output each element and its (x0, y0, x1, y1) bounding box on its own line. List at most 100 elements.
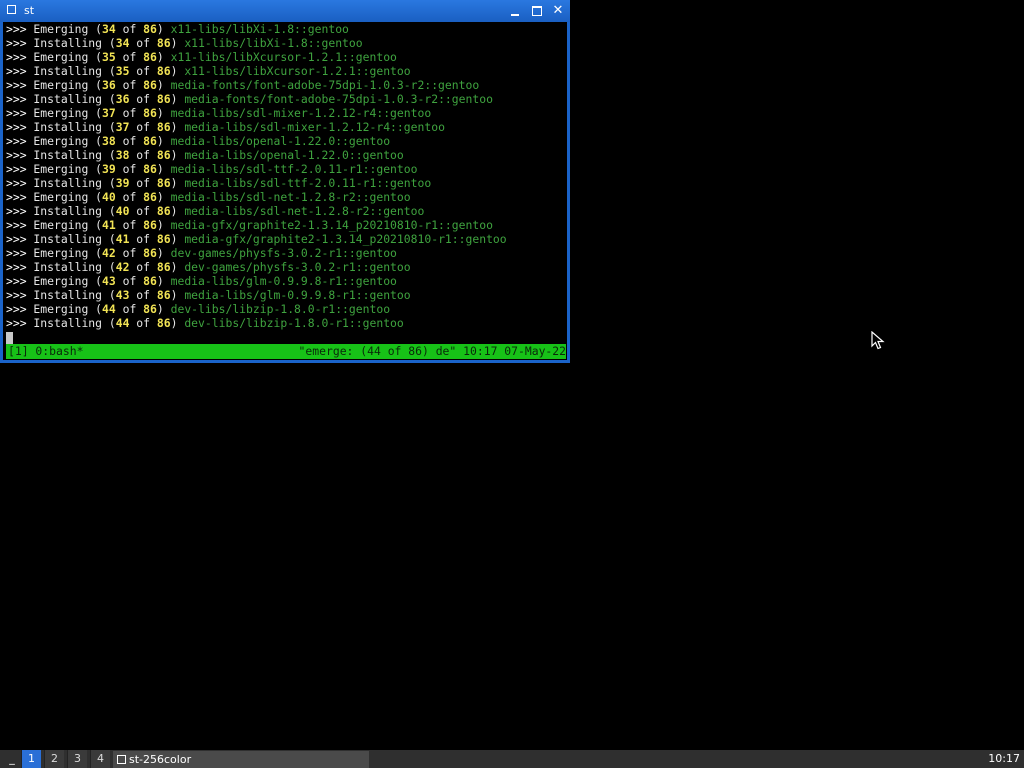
terminal-line: >>> Emerging (38 of 86) media-libs/opena… (6, 134, 507, 148)
paren-close: ) (156, 78, 171, 92)
progress-total: 86 (143, 302, 157, 316)
prompt-arrow: >>> (6, 190, 27, 204)
package-name: dev-games/physfs-3.0.2-r1::gentoo (184, 260, 411, 274)
prompt-arrow: >>> (6, 176, 27, 190)
package-name: media-fonts/font-adobe-75dpi-1.0.3-r2::g… (184, 92, 493, 106)
prompt-arrow: >>> (6, 92, 27, 106)
prompt-arrow: >>> (6, 148, 27, 162)
package-name: media-libs/glm-0.9.9.8-r1::gentoo (184, 288, 411, 302)
clock: 10:17 (988, 752, 1020, 765)
package-name: media-libs/sdl-ttf-2.0.11-r1::gentoo (184, 176, 432, 190)
taskbar: _ 1 2 3 4 st-256color 10:17 (0, 750, 1024, 768)
workspace-2-button[interactable]: 2 (44, 750, 64, 768)
progress-current: 35 (102, 50, 116, 64)
prompt-arrow: >>> (6, 78, 27, 92)
progress-of: of (115, 162, 144, 176)
paren-open: ( (108, 260, 116, 274)
progress-of: of (115, 190, 144, 204)
workspace-1-button[interactable]: 1 (21, 750, 41, 768)
progress-current: 41 (115, 232, 130, 246)
paren-open: ( (108, 36, 116, 50)
prompt-arrow: >>> (6, 162, 27, 176)
line-verb: Installing (26, 260, 109, 274)
text-cursor (6, 332, 13, 344)
package-name: media-fonts/font-adobe-75dpi-1.0.3-r2::g… (170, 78, 480, 92)
line-verb: Emerging (26, 106, 96, 120)
line-verb: Emerging (26, 78, 96, 92)
progress-current: 43 (102, 274, 116, 288)
progress-of: of (129, 36, 157, 50)
package-name: dev-libs/libzip-1.8.0-r1::gentoo (184, 316, 404, 330)
paren-open: ( (108, 288, 116, 302)
terminal-window[interactable]: st ✕ >>> Emerging (34 of 86) x11-libs/li… (0, 0, 570, 363)
progress-current: 35 (115, 64, 130, 78)
paren-open: ( (95, 78, 103, 92)
window-title: st (24, 4, 35, 17)
terminal-line: >>> Installing (35 of 86) x11-libs/libXc… (6, 64, 507, 78)
progress-of: of (129, 64, 157, 78)
maximize-button[interactable] (529, 3, 545, 19)
line-verb: Emerging (26, 190, 96, 204)
terminal-line: >>> Emerging (37 of 86) media-libs/sdl-m… (6, 106, 507, 120)
workspace-3-button[interactable]: 3 (67, 750, 87, 768)
paren-open: ( (108, 204, 116, 218)
progress-total: 86 (156, 64, 171, 78)
line-verb: Installing (26, 288, 109, 302)
paren-close: ) (170, 232, 185, 246)
paren-close: ) (170, 288, 185, 302)
terminal-output: >>> Emerging (34 of 86) x11-libs/libXi-1… (6, 22, 507, 330)
package-name: media-gfx/graphite2-1.3.14_p20210810-r1:… (184, 232, 507, 246)
paren-close: ) (156, 22, 171, 36)
progress-of: of (115, 78, 144, 92)
terminal-line: >>> Installing (36 of 86) media-fonts/fo… (6, 92, 507, 106)
progress-current: 37 (115, 120, 130, 134)
prompt-arrow: >>> (6, 316, 27, 330)
line-verb: Emerging (26, 50, 96, 64)
paren-close: ) (170, 36, 185, 50)
menu-button[interactable]: _ (6, 750, 18, 768)
progress-total: 86 (156, 176, 171, 190)
minimize-button[interactable] (507, 3, 523, 19)
close-button[interactable]: ✕ (550, 3, 566, 19)
progress-total: 86 (143, 190, 157, 204)
paren-close: ) (170, 204, 185, 218)
package-name: media-libs/sdl-mixer-1.2.12-r4::gentoo (184, 120, 445, 134)
line-verb: Installing (26, 204, 109, 218)
progress-current: 42 (102, 246, 116, 260)
progress-current: 44 (115, 316, 130, 330)
package-name: x11-libs/libXi-1.8::gentoo (184, 36, 363, 50)
progress-total: 86 (156, 120, 171, 134)
terminal-line: >>> Emerging (39 of 86) media-libs/sdl-t… (6, 162, 507, 176)
progress-total: 86 (143, 22, 157, 36)
workspace-4-button[interactable]: 4 (90, 750, 110, 768)
progress-of: of (129, 232, 157, 246)
paren-close: ) (156, 274, 171, 288)
terminal-line: >>> Installing (39 of 86) media-libs/sdl… (6, 176, 507, 190)
prompt-arrow: >>> (6, 302, 27, 316)
window-icon[interactable] (7, 5, 16, 14)
paren-open: ( (95, 274, 103, 288)
progress-of: of (115, 274, 144, 288)
terminal-area[interactable]: >>> Emerging (34 of 86) x11-libs/libXi-1… (3, 22, 567, 360)
minimize-icon (511, 14, 519, 16)
paren-close: ) (156, 190, 171, 204)
progress-total: 86 (143, 162, 157, 176)
progress-total: 86 (156, 288, 171, 302)
window-titlebar[interactable]: st ✕ (0, 0, 570, 22)
prompt-arrow: >>> (6, 64, 27, 78)
status-window-list: [1] 0:bash* (8, 344, 84, 358)
progress-total: 86 (156, 36, 171, 50)
prompt-arrow: >>> (6, 204, 27, 218)
line-verb: Emerging (26, 22, 96, 36)
paren-open: ( (95, 134, 103, 148)
paren-close: ) (170, 260, 185, 274)
taskbar-task-st[interactable]: st-256color (113, 751, 369, 768)
line-verb: Installing (26, 92, 109, 106)
mouse-pointer-icon (871, 331, 885, 350)
terminal-line: >>> Installing (43 of 86) media-libs/glm… (6, 288, 507, 302)
paren-open: ( (108, 148, 116, 162)
line-verb: Installing (26, 148, 109, 162)
paren-open: ( (108, 120, 116, 134)
paren-close: ) (170, 176, 185, 190)
package-name: x11-libs/libXcursor-1.2.1::gentoo (170, 50, 397, 64)
